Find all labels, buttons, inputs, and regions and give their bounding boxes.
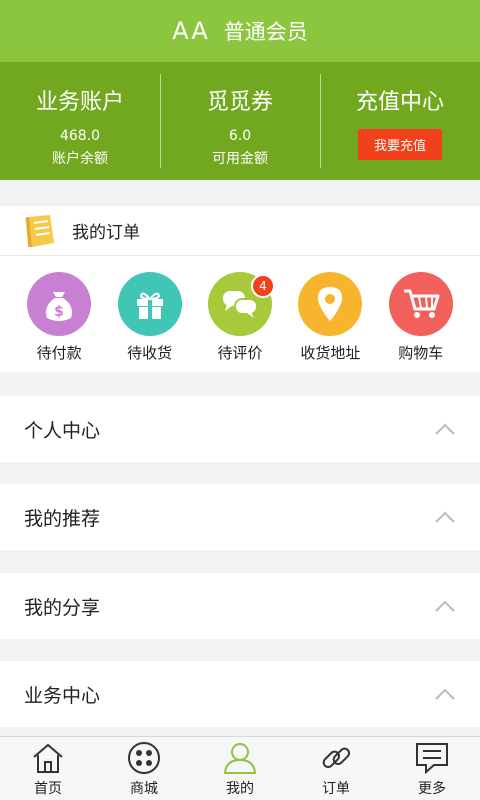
pending-payment-label: 待付款 [36,344,82,362]
recharge-title: 充值中心 [355,90,444,115]
pending-payment[interactable]: $ 待付款 [19,256,99,372]
pending-receipt-label: 待收货 [127,344,173,362]
shipping-address-label: 收货地址 [300,344,361,362]
coupon-value: 6.0 [228,128,252,144]
pending-review[interactable]: 4 待评价 [200,256,280,372]
user-name: AA [172,17,210,45]
svg-text:$: $ [54,304,64,320]
shopping-cart-label: 购物车 [398,344,444,362]
coupon-label: 可用金额 [212,151,268,167]
location-pin-icon [298,272,363,336]
my-orders-row[interactable]: 我的订单 [0,206,480,256]
my-orders-label: 我的订单 [72,223,140,243]
section-title: 个人中心 [24,419,101,442]
coupon-title: 觅觅券 [206,90,273,115]
review-count-badge: 4 [250,274,275,298]
tab-more[interactable]: 更多 [384,737,480,800]
home-icon [33,743,63,773]
money-bag-icon: $ [27,272,92,336]
message-icon [416,743,448,775]
order-list-icon [25,214,54,247]
section-my-recommendations[interactable]: 我的推荐 [0,484,480,550]
chevron-up-icon [435,423,455,435]
tab-mine[interactable]: 我的 [192,737,288,800]
section-title: 我的推荐 [24,507,101,530]
shopping-cart-icon [388,272,453,336]
chevron-up-icon [435,688,455,700]
section-personal-center[interactable]: 个人中心 [0,396,480,462]
tab-store-label: 商城 [130,781,158,797]
tab-more-label: 更多 [418,781,446,797]
chevron-up-icon [435,600,455,612]
account-panel: 业务账户 468.0 账户余额 觅觅券 6.0 可用金额 充值中心 我要充值 [0,62,480,180]
recharge-center: 充值中心 我要充值 [320,62,480,180]
gift-icon [117,272,182,336]
section-title: 业务中心 [24,684,101,707]
tab-mine-label: 我的 [226,781,254,797]
user-icon [223,743,257,774]
order-status-bar: $ 待付款 待收货 4 待评价 收货地址 购物车 [0,256,480,372]
tab-orders-label: 订单 [322,781,350,797]
business-account[interactable]: 业务账户 468.0 账户余额 [0,62,160,180]
business-account-title: 业务账户 [35,90,124,115]
link-icon [322,747,351,769]
pending-review-label: 待评价 [217,344,263,362]
top-header: AA 普通会员 [0,0,480,62]
section-title: 我的分享 [24,596,101,619]
tab-store[interactable]: 商城 [96,737,192,800]
recharge-button[interactable]: 我要充值 [357,129,442,160]
chevron-up-icon [435,511,455,523]
section-business-center[interactable]: 业务中心 [0,661,480,727]
coupon-account[interactable]: 觅觅券 6.0 可用金额 [160,62,320,180]
store-icon [128,742,160,774]
business-account-label: 账户余额 [52,151,108,167]
tab-orders[interactable]: 订单 [288,737,384,800]
tab-home-label: 首页 [34,781,62,797]
pending-receipt[interactable]: 待收货 [110,256,190,372]
member-level: 普通会员 [223,20,308,44]
tab-home[interactable]: 首页 [0,737,96,800]
shipping-address[interactable]: 收货地址 [290,256,370,372]
section-my-shares[interactable]: 我的分享 [0,573,480,639]
business-account-value: 468.0 [59,128,101,144]
shopping-cart[interactable]: 购物车 [381,256,461,372]
bottom-tab-bar: 首页 商城 我的 订单 更多 [0,736,480,800]
